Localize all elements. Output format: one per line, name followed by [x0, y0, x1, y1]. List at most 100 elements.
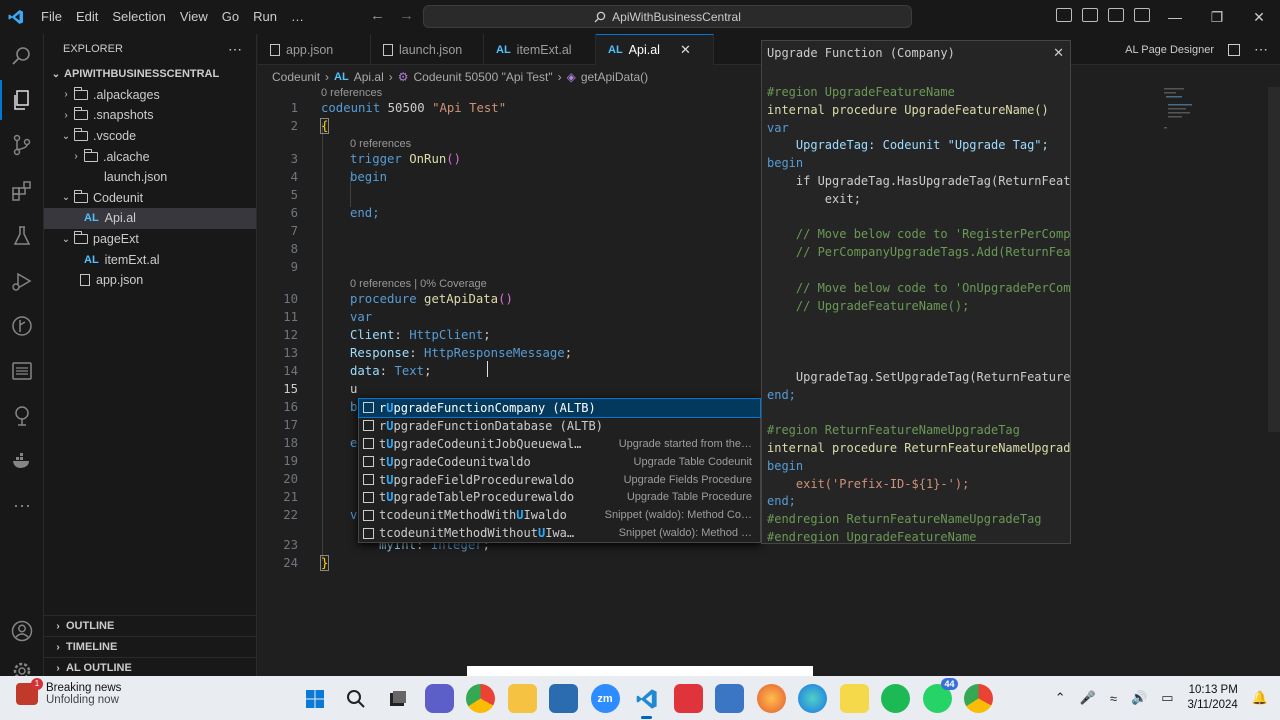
close-window-icon[interactable]: ✕	[1238, 0, 1280, 34]
navigation-arrows: ← →	[370, 7, 414, 24]
toggle-panel-icon[interactable]	[1082, 8, 1098, 22]
tree-item-snapshots[interactable]: › .snapshots	[44, 105, 256, 126]
command-center-search[interactable]: ApiWithBusinessCentral	[423, 5, 912, 28]
store-icon[interactable]	[549, 684, 578, 713]
file-explorer-icon[interactable]	[507, 684, 537, 713]
timeline-section[interactable]: › TIMELINE	[44, 636, 257, 657]
editor-scrollbar[interactable]	[1268, 87, 1280, 432]
chrome-profile-icon[interactable]	[964, 684, 993, 713]
firefox-icon[interactable]	[756, 684, 786, 713]
vscode-taskbar-icon[interactable]	[632, 684, 661, 719]
breadcrumb-item[interactable]: Api.al	[354, 70, 384, 84]
list-view-icon[interactable]	[10, 359, 34, 383]
chrome-icon[interactable]	[466, 684, 495, 713]
task-view-icon[interactable]	[383, 684, 412, 713]
sticky-notes-icon[interactable]	[839, 684, 869, 713]
account-icon[interactable]	[10, 619, 34, 643]
menu-edit[interactable]: Edit	[69, 0, 105, 34]
more-views-icon[interactable]: ⋯	[10, 494, 34, 518]
breadcrumb-item[interactable]: getApiData()	[581, 70, 648, 84]
suggestion-item[interactable]: r UpgradeFunctionCompany (ALTB)	[358, 398, 761, 418]
method-symbol-icon: ◈	[566, 69, 576, 84]
tree-item-codeunit[interactable]: ⌄ Codeunit	[44, 188, 256, 209]
run-debug-icon[interactable]	[10, 269, 34, 293]
tab-launch-json[interactable]: launch.json	[371, 34, 484, 65]
suggestion-item[interactable]: r UpgradeFunctionDatabase (ALTB)	[359, 417, 760, 435]
suggestion-item[interactable]: t UpgradeCodeunitwaldo Upgrade Table Code…	[359, 453, 760, 471]
toggle-sidebar-icon[interactable]	[1056, 8, 1072, 22]
suggestion-item[interactable]: tcodeunitMethodWith U Iwaldo Snippet (wald…	[359, 506, 760, 524]
volume-icon[interactable]: 🔊	[1131, 690, 1147, 706]
explorer-icon[interactable]	[0, 80, 34, 120]
al-page-designer-button[interactable]: AL Page Designer	[1125, 44, 1214, 56]
tree-item-vscode[interactable]: ⌄ .vscode	[44, 126, 256, 147]
snippet-icon	[363, 474, 374, 485]
menu-selection[interactable]: Selection	[105, 0, 172, 34]
news-widget[interactable]: Breaking news Unfolding now	[16, 678, 121, 706]
explorer-more-icon[interactable]: ⋯	[228, 41, 242, 58]
app-red-icon[interactable]	[673, 684, 703, 713]
section-label: OUTLINE	[66, 620, 115, 632]
breadcrumb-item[interactable]: Codeunit 50500 "Api Test"	[414, 70, 553, 84]
customize-layout-icon[interactable]	[1134, 8, 1150, 22]
microphone-icon[interactable]: 🎤	[1080, 690, 1096, 706]
editor-more-icon[interactable]: ⋯	[1254, 41, 1268, 58]
tray-chevron-up-icon[interactable]: ⌃	[1055, 690, 1066, 706]
tab-itemext-al[interactable]: AL itemExt.al	[484, 34, 596, 65]
wifi-icon[interactable]: ≈	[1110, 691, 1117, 706]
git-graph-icon[interactable]	[10, 314, 34, 338]
split-editor-icon[interactable]	[1228, 43, 1240, 56]
forward-arrow-icon[interactable]: →	[399, 7, 414, 24]
menu-run[interactable]: Run	[246, 0, 284, 34]
tree-item-alpackages[interactable]: › .alpackages	[44, 85, 256, 106]
toggle-secondary-sidebar-icon[interactable]	[1108, 8, 1124, 22]
tree-item-api-al[interactable]: AL Api.al	[44, 208, 256, 229]
edge-icon[interactable]	[798, 684, 827, 713]
notification-bell-icon[interactable]: 🔔	[1252, 690, 1268, 706]
line-number: 7	[290, 224, 298, 238]
minimize-icon[interactable]: —	[1154, 0, 1196, 34]
menu-file[interactable]: File	[34, 0, 69, 34]
minimap[interactable]	[1162, 87, 1202, 132]
outline-section[interactable]: › OUTLINE	[44, 615, 257, 636]
taskbar-search-icon[interactable]	[342, 684, 371, 713]
breadcrumb-item[interactable]: Codeunit	[272, 70, 320, 84]
suggestion-item[interactable]: t UpgradeFieldProcedurewaldo Upgrade Fiel…	[359, 471, 760, 489]
clock[interactable]: 10:13 PM 3/11/2024	[1188, 683, 1238, 713]
spotify-icon[interactable]	[881, 684, 910, 713]
battery-icon[interactable]: ▭	[1161, 690, 1173, 706]
tree-item-pageext[interactable]: ⌄ pageExt	[44, 229, 256, 250]
close-tab-icon[interactable]: ✕	[680, 42, 691, 58]
al-explorer-icon[interactable]	[10, 404, 34, 428]
search-view-icon[interactable]	[10, 44, 34, 68]
tab-app-json[interactable]: app.json	[258, 34, 371, 65]
extensions-icon[interactable]	[10, 179, 34, 203]
suggestion-item[interactable]: t UpgradeCodeunitJobQueuewal… Upgrade sta…	[359, 435, 760, 453]
line-number: 9	[290, 260, 298, 274]
chevron-down-icon: ⌄	[51, 68, 61, 80]
docker-icon[interactable]	[10, 449, 34, 473]
testing-flask-icon[interactable]	[10, 224, 34, 248]
menu-go[interactable]: Go	[215, 0, 246, 34]
menu-view[interactable]: View	[173, 0, 215, 34]
whatsapp-icon[interactable]: 44	[922, 678, 958, 713]
tree-item-app-json[interactable]: app.json	[44, 270, 256, 291]
al-outline-section[interactable]: › AL OUTLINE	[44, 657, 257, 678]
tree-item-itemext-al[interactable]: AL itemExt.al	[44, 249, 256, 270]
details-code-line: UpgradeTag: Codeunit "Upgrade Tag";	[767, 138, 1049, 153]
suggestion-item[interactable]: tcodeunitMethodWithout U Iwa… Snippet (wal…	[359, 524, 760, 542]
suggestion-item[interactable]: t UpgradeTableProcedurewaldo Upgrade Tabl…	[359, 488, 760, 506]
menu-more[interactable]: …	[284, 0, 311, 34]
tree-item-launch-json[interactable]: launch.json	[44, 167, 256, 188]
restore-icon[interactable]: ❐	[1196, 0, 1238, 34]
tab-api-al[interactable]: AL Api.al ✕	[596, 34, 714, 65]
remote-desktop-icon[interactable]	[715, 684, 744, 713]
zoom-icon[interactable]: zm	[590, 684, 620, 713]
start-windows-icon[interactable]	[300, 684, 329, 713]
teams-chat-icon[interactable]	[424, 684, 454, 713]
source-control-icon[interactable]	[10, 133, 34, 157]
close-details-icon[interactable]: ✕	[1053, 45, 1064, 61]
back-arrow-icon[interactable]: ←	[370, 7, 385, 24]
workspace-root[interactable]: ⌄ APIWITHBUSINESSCENTRAL	[44, 64, 256, 85]
tree-item-alcache[interactable]: › .alcache	[44, 146, 256, 167]
